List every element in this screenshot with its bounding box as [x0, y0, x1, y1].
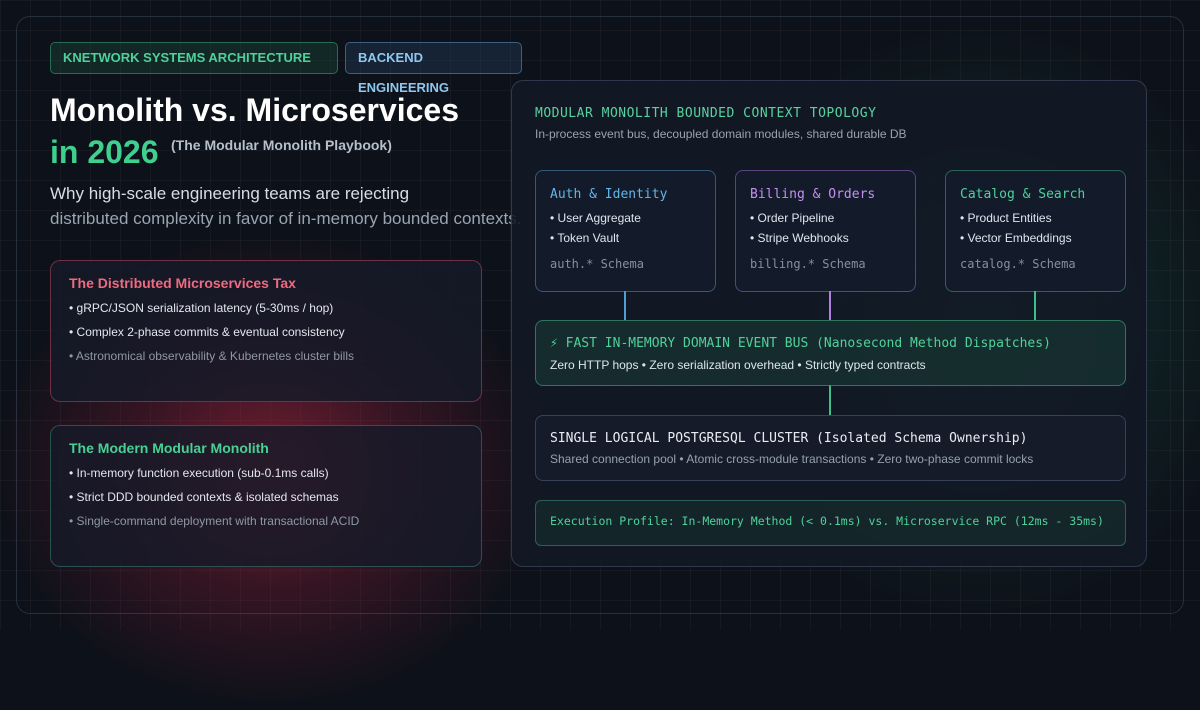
database-title: SINGLE LOGICAL POSTGRESQL CLUSTER (Isola…: [550, 431, 1028, 446]
module-billing: Billing & Orders • Order Pipeline • Stri…: [735, 170, 916, 292]
event-bus: ⚡ FAST IN-MEMORY DOMAIN EVENT BUS (Nanos…: [535, 320, 1126, 386]
execution-profile: Execution Profile: In-Memory Method (< 0…: [535, 500, 1126, 546]
module-schema: billing.* Schema: [750, 257, 866, 271]
database-cluster: SINGLE LOGICAL POSTGRESQL CLUSTER (Isola…: [535, 415, 1126, 481]
module-item: • Stripe Webhooks: [750, 231, 849, 245]
connector-catalog-bus: [1034, 291, 1036, 320]
module-item: • Token Vault: [550, 231, 620, 245]
module-title: Billing & Orders: [750, 187, 876, 202]
category-tag-architecture: KNETWORK SYSTEMS ARCHITECTURE: [50, 42, 338, 74]
card-title: The Modern Modular Monolith: [69, 440, 269, 456]
connector-bus-db: [829, 385, 831, 415]
module-catalog: Catalog & Search • Product Entities • Ve…: [945, 170, 1126, 292]
card-title: The Distributed Microservices Tax: [69, 275, 296, 291]
module-item: • Product Entities: [960, 211, 1052, 225]
module-schema: auth.* Schema: [550, 257, 644, 271]
module-item: • Order Pipeline: [750, 211, 835, 225]
execution-profile-text: Execution Profile: In-Memory Method (< 0…: [550, 514, 1104, 528]
connector-auth-bus: [624, 291, 626, 320]
page-title: Monolith vs. Microservices: [50, 92, 460, 128]
connector-billing-bus: [829, 291, 831, 320]
modular-monolith-card: The Modern Modular Monolith • In-memory …: [50, 425, 482, 567]
event-bus-title: ⚡ FAST IN-MEMORY DOMAIN EVENT BUS (Nanos…: [550, 336, 1051, 351]
topology-title: MODULAR MONOLITH BOUNDED CONTEXT TOPOLOG…: [535, 106, 877, 121]
event-bus-subtitle: Zero HTTP hops • Zero serialization over…: [550, 358, 926, 372]
module-title: Catalog & Search: [960, 187, 1086, 202]
module-item: • Vector Embeddings: [960, 231, 1072, 245]
card-item: • In-memory function execution (sub-0.1m…: [69, 466, 329, 480]
card-item: • Single-command deployment with transac…: [69, 514, 360, 528]
card-item: • Complex 2-phase commits & eventual con…: [69, 325, 345, 339]
module-schema: catalog.* Schema: [960, 257, 1076, 271]
module-title: Auth & Identity: [550, 187, 668, 202]
card-item: • gRPC/JSON serialization latency (5-30m…: [69, 301, 334, 315]
card-item: • Strict DDD bounded contexts & isolated…: [69, 490, 339, 504]
card-item: • Astronomical observability & Kubernete…: [69, 349, 354, 363]
page-title-year: in 2026: [50, 134, 159, 170]
page-subtitle: (The Modular Monolith Playbook): [171, 137, 392, 153]
topology-subtitle: In-process event bus, decoupled domain m…: [535, 127, 907, 141]
description-line-1: Why high-scale engineering teams are rej…: [50, 184, 410, 203]
module-auth: Auth & Identity • User Aggregate • Token…: [535, 170, 716, 292]
microservices-tax-card: The Distributed Microservices Tax • gRPC…: [50, 260, 482, 402]
description-line-2: distributed complexity in favor of in-me…: [50, 209, 522, 228]
database-subtitle: Shared connection pool • Atomic cross-mo…: [550, 452, 1034, 466]
category-tag-backend: BACKEND ENGINEERING: [345, 42, 522, 95]
module-item: • User Aggregate: [550, 211, 641, 225]
